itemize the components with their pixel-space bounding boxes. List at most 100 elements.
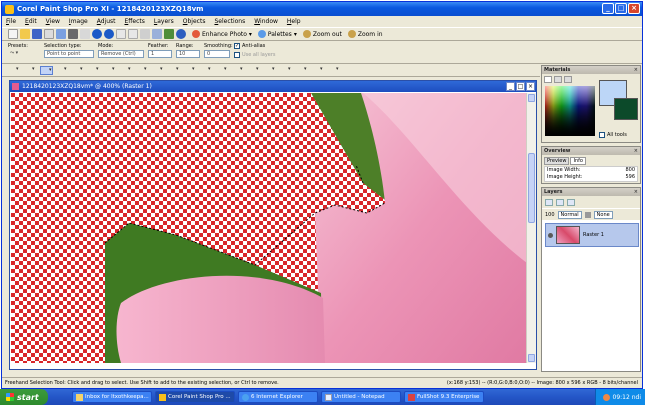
print-icon[interactable] xyxy=(44,29,54,39)
menu-image[interactable]: Image xyxy=(69,18,88,25)
enhance-photo-button[interactable]: Enhance Photo ▾ xyxy=(192,30,252,38)
resize-icon[interactable] xyxy=(152,29,162,39)
menu-window[interactable]: Window xyxy=(254,18,278,25)
image-canvas[interactable] xyxy=(11,93,527,363)
rainbow-tab-icon[interactable] xyxy=(554,76,562,83)
mode-select[interactable]: Remove (Ctrl) xyxy=(98,50,144,58)
document-title-bar[interactable]: 1218420123XZQ18vm* @ 400% (Raster 1) _ □… xyxy=(10,81,536,92)
scroll-thumb[interactable] xyxy=(528,153,535,223)
save-icon[interactable] xyxy=(32,29,42,39)
info-icon[interactable] xyxy=(176,29,186,39)
menu-view[interactable]: View xyxy=(46,18,60,25)
task-inbox[interactable]: Inbox for ltxothkeepa... xyxy=(72,391,152,403)
lock-icon[interactable] xyxy=(584,211,591,218)
doc-minimize-button[interactable]: _ xyxy=(506,82,515,91)
preset-shape-icon[interactable] xyxy=(296,66,309,75)
palettes-button[interactable]: Palettes ▾ xyxy=(257,30,297,38)
eraser-icon[interactable] xyxy=(232,66,245,75)
close-button[interactable]: × xyxy=(628,3,640,14)
frame-tab-icon[interactable] xyxy=(544,76,552,83)
task-internet-explorer[interactable]: 6 Internet Explorer xyxy=(238,391,318,403)
new-mask-icon[interactable] xyxy=(556,198,564,206)
new-layer-icon[interactable] xyxy=(545,198,553,206)
menu-edit[interactable]: Edit xyxy=(25,18,37,25)
menu-effects[interactable]: Effects xyxy=(125,18,145,25)
layer-mask-select[interactable]: None xyxy=(593,210,613,219)
browse-icon[interactable] xyxy=(56,29,66,39)
scan-icon[interactable] xyxy=(68,29,78,39)
feather-input[interactable]: 1 xyxy=(148,50,172,58)
use-all-layers-checkbox[interactable]: Use all layers xyxy=(234,52,284,58)
task-paint-shop-pro[interactable]: Corel Paint Shop Pro ... xyxy=(155,391,235,403)
dropper-tool-icon[interactable] xyxy=(56,66,69,75)
open-folder-icon[interactable] xyxy=(20,29,30,39)
doc-maximize-button[interactable]: □ xyxy=(516,82,525,91)
menu-file[interactable]: File xyxy=(6,18,16,25)
paste-icon[interactable] xyxy=(128,29,138,39)
document-vertical-scrollbar[interactable] xyxy=(526,93,536,363)
swatches-tab-icon[interactable] xyxy=(564,76,572,83)
airbrush-icon[interactable] xyxy=(184,66,197,75)
layers-header[interactable]: Layers xyxy=(542,188,640,196)
start-button[interactable]: start xyxy=(0,389,48,405)
task-fullshot[interactable]: FullShot 9.3 Enterprise xyxy=(404,391,484,403)
color-picker[interactable] xyxy=(545,86,595,136)
crop-tool-icon[interactable] xyxy=(72,66,85,75)
red-eye-tool-icon[interactable] xyxy=(104,66,117,75)
maximize-button[interactable]: □ xyxy=(615,3,627,14)
title-bar[interactable]: Corel Paint Shop Pro XI - 1218420123XZQ1… xyxy=(2,2,642,16)
menu-layers[interactable]: Layers xyxy=(154,18,174,25)
cut-icon[interactable] xyxy=(116,29,126,39)
scroll-up-arrow[interactable] xyxy=(528,94,535,102)
dodge-icon[interactable] xyxy=(216,66,229,75)
tab-info[interactable]: Info xyxy=(570,157,586,165)
smoothing-input[interactable]: 0 xyxy=(204,50,230,58)
layer-row-raster-1[interactable]: Raster 1 xyxy=(545,223,639,247)
task-notepad[interactable]: Untitled - Notepad xyxy=(321,391,401,403)
makeover-tool-icon[interactable] xyxy=(120,66,133,75)
picture-tube-icon[interactable] xyxy=(248,66,261,75)
pen-tool-icon[interactable] xyxy=(312,66,325,75)
doc-close-button[interactable]: × xyxy=(526,82,535,91)
undo-icon[interactable] xyxy=(92,29,102,39)
all-tools-checkbox[interactable]: All tools xyxy=(599,132,627,138)
eye-icon[interactable] xyxy=(548,232,553,238)
selection-type-select[interactable]: Point to point xyxy=(44,50,94,58)
photo-icon[interactable] xyxy=(164,29,174,39)
delete-layer-icon[interactable] xyxy=(567,198,575,206)
menu-adjust[interactable]: Adjust xyxy=(97,18,116,25)
presets-dropdown[interactable]: ⤳ ▾ xyxy=(8,50,30,58)
range-input[interactable]: 10 xyxy=(176,50,200,58)
antialias-checkbox[interactable]: ✓ Anti-alias xyxy=(234,43,284,49)
copy-icon[interactable] xyxy=(80,29,90,39)
opacity-value[interactable]: 100 xyxy=(545,212,555,218)
redo-icon[interactable] xyxy=(104,29,114,39)
tray-icon[interactable] xyxy=(602,393,610,401)
background-swatch[interactable] xyxy=(614,98,638,120)
scratch-remover-icon[interactable] xyxy=(152,66,165,75)
overview-header[interactable]: Overview xyxy=(542,147,640,155)
flood-fill-icon[interactable] xyxy=(264,66,277,75)
lighten-darken-icon[interactable] xyxy=(200,66,213,75)
notepad-icon xyxy=(325,393,332,401)
warp-brush-icon[interactable] xyxy=(328,66,341,75)
scroll-down-arrow[interactable] xyxy=(528,354,535,362)
materials-header[interactable]: Materials xyxy=(542,66,640,74)
crop-icon[interactable] xyxy=(140,29,150,39)
straighten-tool-icon[interactable] xyxy=(88,66,101,75)
freehand-selection-tool-icon[interactable] xyxy=(40,66,53,75)
zoom-in-button[interactable]: Zoom in xyxy=(347,30,383,38)
pan-tool-icon[interactable] xyxy=(8,66,21,75)
move-tool-icon[interactable] xyxy=(24,66,37,75)
minimize-button[interactable]: _ xyxy=(602,3,614,14)
menu-objects[interactable]: Objects xyxy=(183,18,206,25)
menu-help[interactable]: Help xyxy=(287,18,301,25)
menu-selections[interactable]: Selections xyxy=(214,18,245,25)
paint-brush-icon[interactable] xyxy=(168,66,181,75)
new-file-icon[interactable] xyxy=(8,29,18,39)
tab-preview[interactable]: Preview xyxy=(544,157,570,165)
blend-mode-select[interactable]: Normal xyxy=(557,210,582,219)
zoom-out-button[interactable]: Zoom out xyxy=(302,30,342,38)
clone-brush-icon[interactable] xyxy=(136,66,149,75)
text-tool-icon[interactable] xyxy=(280,66,293,75)
